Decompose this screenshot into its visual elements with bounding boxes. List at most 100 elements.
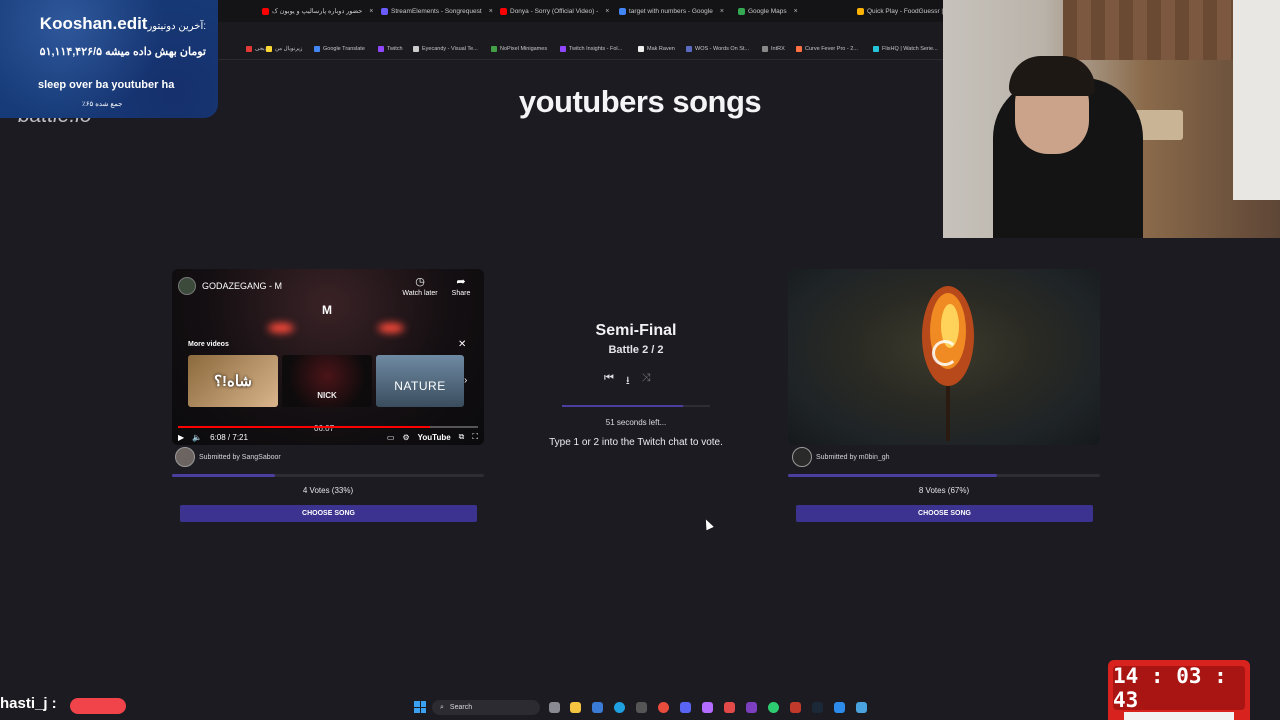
app-icon[interactable] — [856, 702, 867, 713]
vote-bar-left — [172, 474, 484, 477]
taskbar-search-label: Search — [449, 704, 473, 711]
avatar — [175, 447, 195, 467]
tab-favicon-icon — [619, 7, 626, 15]
task-view-icon[interactable] — [549, 702, 560, 713]
youtube-logo[interactable]: YouTube — [418, 433, 451, 442]
donor-name: Kooshan.edit — [39, 14, 148, 33]
youtube-player-left[interactable]: GODAZEGANG - M ◷ Watch later ➦ Share M M… — [172, 269, 484, 445]
watch-later-button[interactable]: ◷ Watch later — [400, 275, 440, 297]
edge-icon[interactable] — [614, 702, 625, 713]
close-tab-icon[interactable]: × — [794, 8, 798, 15]
share-button[interactable]: ➦ Share — [441, 275, 481, 297]
webcam-feed — [943, 0, 1280, 238]
share-label: Share — [451, 290, 471, 297]
close-tab-icon[interactable]: × — [369, 8, 373, 15]
bookmark-favicon-icon — [378, 46, 384, 52]
more-videos-heading: More videos — [188, 341, 229, 348]
vote-timer-bar — [562, 405, 710, 407]
search-icon: ⌕ — [440, 703, 444, 711]
windows-start-icon[interactable] — [414, 701, 426, 713]
bookmark-favicon-icon — [873, 46, 879, 52]
store-icon[interactable] — [592, 702, 603, 713]
vote-count-right: 8 Votes (67%) — [918, 486, 970, 495]
time-left: 51 seconds left... — [605, 418, 667, 427]
cast-icon[interactable]: ⧉ — [459, 432, 465, 442]
video-progress-bar[interactable] — [178, 426, 478, 428]
stage-light — [268, 323, 294, 333]
steam-icon[interactable] — [812, 702, 823, 713]
bookmark-label: Mak Raven — [647, 46, 675, 52]
submitter-label: Submitted by m0bin_gh — [816, 453, 890, 461]
download-icon[interactable]: ⭳ — [626, 372, 630, 391]
donation-goal: ٪۶۵ جمع شده — [82, 101, 123, 108]
video-title[interactable]: GODAZEGANG - M — [202, 281, 282, 291]
bookmark-item[interactable]: WOS - Words On St... — [686, 46, 749, 52]
related-video-thumb[interactable]: NICK — [282, 355, 372, 407]
vote-bar-fill — [172, 474, 275, 477]
close-tab-icon[interactable]: × — [605, 8, 609, 15]
browser-tab[interactable]: target with numbers - Google × — [619, 3, 734, 19]
fullscreen-icon[interactable]: ⛶ — [472, 432, 478, 442]
channel-avatar[interactable] — [178, 277, 196, 295]
bookmark-item[interactable]: Mak Raven — [638, 46, 675, 52]
share-icon: ➦ — [456, 276, 466, 288]
video-player-right[interactable] — [788, 269, 1100, 445]
bookmark-favicon-icon — [491, 46, 497, 52]
choose-song-button-right[interactable]: CHOOSE SONG — [796, 505, 1093, 522]
bookmark-item[interactable]: FlixHQ | Watch Serie... — [873, 46, 938, 52]
app-icon[interactable] — [702, 702, 713, 713]
bookmark-favicon-icon — [686, 46, 692, 52]
close-icon[interactable]: ✕ — [458, 339, 466, 350]
thumb-text: شاه!؟ — [214, 373, 252, 390]
settings-icon[interactable] — [636, 702, 647, 713]
bookmark-label: IntRX — [771, 46, 785, 52]
gear-icon[interactable]: ⚙ — [402, 433, 409, 442]
vote-bar-fill — [788, 474, 998, 477]
browser-tab[interactable]: StreamElements - Songrequest × — [381, 3, 496, 19]
vote-count-left: 4 Votes (33%) — [302, 486, 354, 495]
chevron-right-icon[interactable]: › — [464, 375, 467, 386]
shuffle-icon[interactable]: ⤨ — [642, 372, 651, 391]
chrome-icon[interactable] — [658, 702, 669, 713]
taskbar-search[interactable]: ⌕ Search — [432, 700, 540, 715]
close-tab-icon[interactable]: × — [489, 8, 493, 15]
app-icon[interactable] — [834, 702, 845, 713]
bookmark-item[interactable]: زیرنویال من — [266, 46, 302, 52]
browser-tab[interactable]: Google Maps × — [738, 3, 853, 19]
donation-message: sleep over ba youtuber ha — [38, 79, 175, 91]
app-icon[interactable] — [746, 702, 757, 713]
related-video-thumb[interactable]: NATURE — [376, 355, 464, 407]
bookmark-item[interactable]: IntRX — [762, 46, 785, 52]
bookmark-label: Google Translate — [323, 46, 365, 52]
close-tab-icon[interactable]: × — [720, 8, 724, 15]
windows-taskbar: ⌕ Search — [0, 697, 1280, 720]
stage-light — [378, 323, 404, 333]
choose-song-button-left[interactable]: CHOOSE SONG — [180, 505, 477, 522]
bookmark-item[interactable]: NoPixel Minigames — [491, 46, 547, 52]
bookmark-item[interactable]: Twitch Insights - Fol... — [560, 46, 622, 52]
app-icon[interactable] — [768, 702, 779, 713]
bookmark-favicon-icon — [413, 46, 419, 52]
captions-icon[interactable]: ▭ — [387, 433, 395, 442]
file-explorer-icon[interactable] — [570, 702, 581, 713]
previous-icon[interactable]: ⏮ — [604, 372, 614, 391]
bookmark-item[interactable]: دیجی — [246, 46, 267, 52]
vote-instruction: Type 1 or 2 into the Twitch chat to vote… — [549, 437, 723, 448]
app-icon[interactable] — [790, 702, 801, 713]
bookmark-item[interactable]: Google Translate — [314, 46, 365, 52]
bookmark-item[interactable]: Curve Fever Pro - 2... — [796, 46, 858, 52]
discord-icon[interactable] — [680, 702, 691, 713]
bookmark-label: Twitch — [387, 46, 403, 52]
volume-icon[interactable]: 🔈 — [192, 433, 202, 442]
bookmark-favicon-icon — [796, 46, 802, 52]
battle-controls: ⏮ ⭳ ⤨ — [604, 372, 651, 391]
webcam-background — [1233, 0, 1280, 200]
bookmark-item[interactable]: Eyecandy - Visual Te... — [413, 46, 478, 52]
browser-tab[interactable]: حضور دوباره پارسالیپ و یوبون ک × — [262, 3, 377, 19]
app-icon[interactable] — [724, 702, 735, 713]
bookmark-label: Eyecandy - Visual Te... — [422, 46, 478, 52]
related-video-thumb[interactable]: شاه!؟ — [188, 355, 278, 407]
browser-tab[interactable]: Donya - Sorry (Official Video) - × — [500, 3, 615, 19]
bookmark-item[interactable]: Twitch — [378, 46, 403, 52]
play-icon[interactable]: ▶ — [178, 433, 184, 442]
